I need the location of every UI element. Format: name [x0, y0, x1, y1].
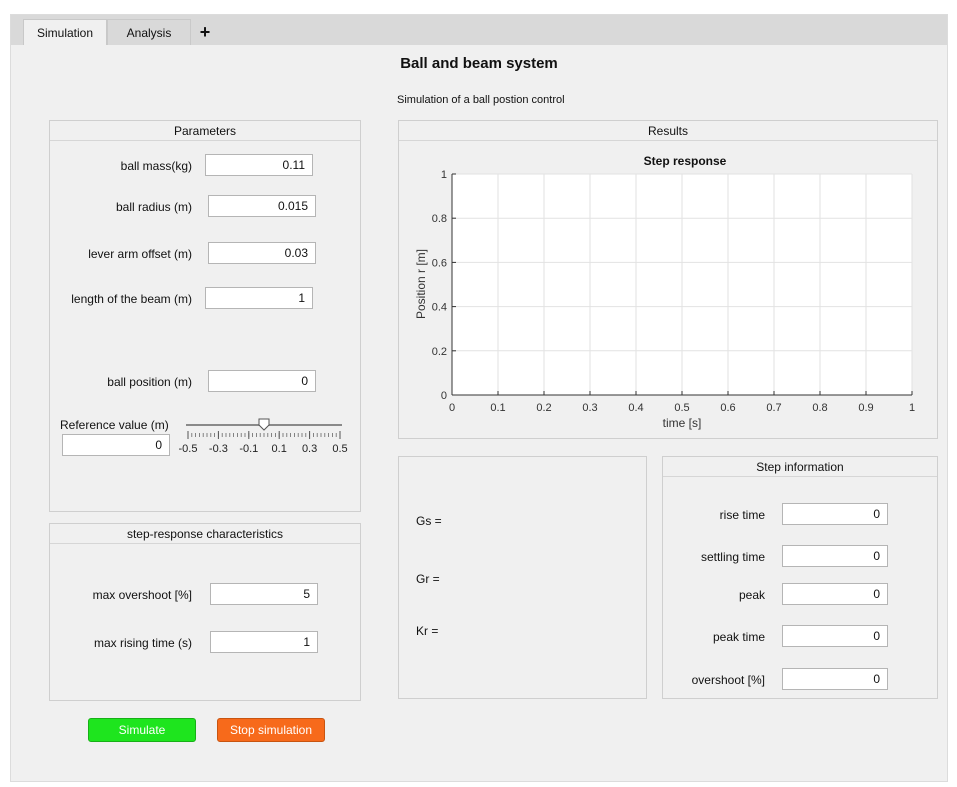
add-tab-icon[interactable]: + [195, 21, 215, 43]
results-panel: Results Step response 0 0.1 0.2 0.3 0.4 0.5 0.… [398, 120, 938, 439]
ball-mass-label: ball mass(kg) [120, 159, 192, 173]
step-response-characteristics-panel: step-response characteristics max oversh… [49, 523, 361, 701]
max-overshoot-label: max overshoot [%] [92, 588, 192, 602]
peak-time-label: peak time [712, 630, 765, 644]
peak-time-field[interactable]: 0 [782, 625, 888, 647]
reference-value-label: Reference value (m) [60, 418, 169, 432]
gr-label: Gr = [416, 572, 440, 586]
ball-mass-field[interactable]: 0.11 [205, 154, 313, 176]
reference-slider[interactable]: -0.5 -0.3 -0.1 0.1 0.3 0.5 [172, 409, 357, 461]
settling-time-field[interactable]: 0 [782, 545, 888, 567]
tab-bar: Simulation Analysis + [11, 15, 947, 45]
gs-label: Gs = [416, 514, 442, 528]
y-axis-label: Position r [m] [414, 249, 428, 319]
tab-analysis[interactable]: Analysis [107, 19, 191, 45]
slider-tick-label: 0.5 [332, 443, 347, 455]
slider-thumb[interactable] [258, 418, 270, 431]
x-tick-label: 0.9 [858, 402, 873, 414]
slider-tick-label: 0.3 [302, 443, 317, 455]
y-tick-label: 0.4 [432, 302, 447, 314]
x-tick-label: 0.2 [536, 402, 551, 414]
y-tick-label: 1 [441, 169, 447, 181]
results-panel-title: Results [399, 121, 937, 141]
chart-title: Step response [644, 154, 727, 168]
max-rising-time-label: max rising time (s) [93, 636, 192, 650]
peak-field[interactable]: 0 [782, 583, 888, 605]
x-axis-label: time [s] [663, 416, 702, 430]
x-tick-label: 0 [449, 402, 455, 414]
overshoot-field[interactable]: 0 [782, 668, 888, 690]
step-response-chart: Step response 0 0.1 0.2 0.3 0.4 0.5 0.6 0.7 0.8 0… [414, 154, 915, 430]
app-window: Simulation Analysis + Ball and beam syst… [10, 14, 948, 782]
simulate-button[interactable]: Simulate [88, 718, 196, 742]
y-tick-label: 0.2 [432, 346, 447, 358]
slider-tick-label: -0.1 [239, 443, 258, 455]
y-tick-label: 0.8 [432, 213, 447, 225]
lever-arm-offset-field[interactable]: 0.03 [208, 242, 316, 264]
parameters-panel-title: Parameters [50, 121, 360, 141]
x-tick-label: 0.1 [490, 402, 505, 414]
reference-value-field[interactable]: 0 [62, 434, 170, 456]
rise-time-label: rise time [719, 508, 765, 522]
beam-length-field[interactable]: 1 [205, 287, 313, 309]
slider-tick-label: -0.3 [209, 443, 228, 455]
stop-simulation-button[interactable]: Stop simulation [217, 718, 325, 742]
settling-time-label: settling time [700, 550, 765, 564]
y-tick-label: 0 [441, 390, 447, 402]
step-information-panel: Step information rise time 0 settling ti… [662, 456, 938, 699]
slider-tick-label: 0.1 [272, 443, 287, 455]
x-tick-label: 0.6 [720, 402, 735, 414]
ball-position-label: ball position (m) [107, 375, 192, 389]
lever-arm-offset-label: lever arm offset (m) [88, 247, 192, 261]
max-overshoot-field[interactable]: 5 [210, 583, 318, 605]
beam-length-label: length of the beam (m) [71, 292, 192, 306]
x-tick-label: 0.5 [674, 402, 689, 414]
characteristics-panel-title: step-response characteristics [50, 524, 360, 544]
transfer-function-panel: Gs = Gr = Kr = [398, 456, 647, 699]
x-tick-label: 1 [909, 402, 915, 414]
ball-radius-label: ball radius (m) [115, 200, 192, 214]
y-tick-label: 0.6 [432, 257, 447, 269]
tab-simulation[interactable]: Simulation [23, 19, 107, 45]
peak-label: peak [738, 588, 765, 602]
ball-position-field[interactable]: 0 [208, 370, 316, 392]
page-subtitle: Simulation of a ball postion control [397, 94, 565, 106]
parameters-panel: Parameters ball mass(kg) 0.11 ball radiu… [49, 120, 361, 512]
x-tick-label: 0.4 [628, 402, 643, 414]
rise-time-field[interactable]: 0 [782, 503, 888, 525]
x-tick-label: 0.8 [812, 402, 827, 414]
ball-radius-field[interactable]: 0.015 [208, 195, 316, 217]
kr-label: Kr = [416, 624, 439, 638]
slider-tick-label: -0.5 [179, 443, 198, 455]
page-title: Ball and beam system [400, 55, 558, 72]
step-information-title: Step information [663, 457, 937, 477]
max-rising-time-field[interactable]: 1 [210, 631, 318, 653]
overshoot-label: overshoot [%] [691, 673, 765, 687]
x-tick-label: 0.7 [766, 402, 781, 414]
x-tick-label: 0.3 [582, 402, 597, 414]
